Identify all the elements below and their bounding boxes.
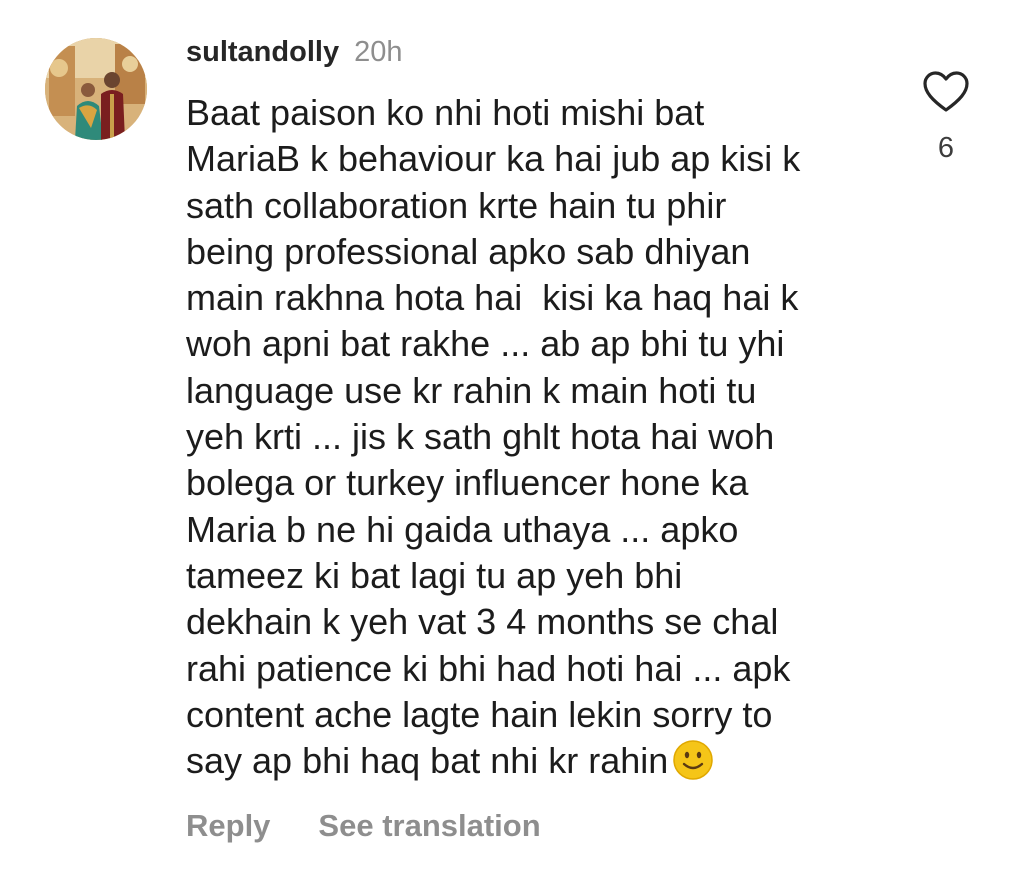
username[interactable]: sultandolly [186,36,339,69]
like-area: 6 [918,70,974,165]
comment-line: language use kr rahin k main hoti tu [186,369,757,411]
comment-line: content ache lagte hain lekin sorry to [186,693,773,735]
comment-line: bolega or turkey influencer hone ka [186,462,749,504]
slightly-smiling-face-icon [673,740,714,780]
avatar[interactable] [45,38,147,140]
comment: sultandolly 20h Baat paison ko nhi hoti … [0,0,1024,874]
comment-line: sath collaboration krte hain tu phir [186,184,727,226]
comment-line-last: say ap bhi haq bat nhi kr rahin [186,738,886,784]
heart-outline-icon[interactable] [922,70,970,114]
comment-line: yeh krti ... jis k sath ghlt hota hai wo… [186,416,775,458]
comment-line-text: say ap bhi haq bat nhi kr rahin [186,740,669,782]
comment-line: woh apni bat rakhe ... ab ap bhi tu yhi [186,323,785,365]
comment-line: main rakhna hota hai kisi ka haq hai k [186,277,799,319]
comment-header: sultandolly 20h [186,30,402,74]
reply-button[interactable]: Reply [186,808,270,844]
comment-line: MariaB k behaviour ka hai jub ap kisi k [186,138,801,180]
comment-line: rahi patience ki bhi had hoti hai ... ap… [186,647,791,689]
timestamp: 20h [354,35,403,68]
see-translation-button[interactable]: See translation [318,808,540,844]
comment-line: tameez ki bat lagi tu ap yeh bhi [186,554,683,596]
like-count: 6 [937,132,955,164]
avatar-photo [45,38,147,140]
comment-text: Baat paison ko nhi hoti mishi bat MariaB… [186,90,886,784]
comment-actions: Reply See translation [186,804,541,848]
comment-line: being professional apko sab dhiyan [186,230,751,272]
comment-line: dekhain k yeh vat 3 4 months se chal [186,601,779,643]
comment-line: Baat paison ko nhi hoti mishi bat [186,92,705,133]
comment-line: Maria b ne hi gaida uthaya ... apko [186,508,739,550]
